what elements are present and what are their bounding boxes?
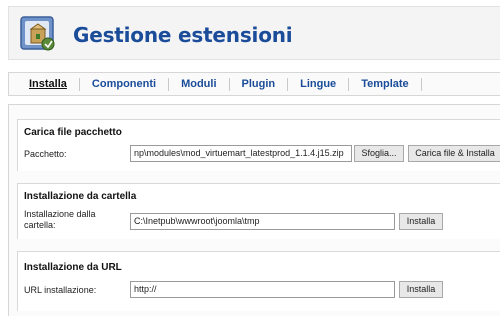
upload-package-section: Carica file pacchetto Pacchetto: np\modu… <box>17 119 500 171</box>
url-input[interactable]: http:// <box>130 281 395 298</box>
folder-install-button[interactable]: Installa <box>399 213 443 230</box>
folder-label: Installazione dalla cartella: <box>24 209 96 230</box>
package-file-input[interactable]: np\modules\mod_virtuemart_latestprod_1.1… <box>130 145 352 162</box>
section-title-url: Installazione da URL <box>24 262 122 273</box>
tab-installa[interactable]: Installa <box>17 77 80 91</box>
browse-button[interactable]: Sfoglia... <box>354 145 404 162</box>
tab-template[interactable]: Template <box>349 77 422 91</box>
extensions-package-icon <box>20 16 55 51</box>
url-label: URL installazione: <box>24 285 97 295</box>
folder-install-section: Installazione da cartella Installazione … <box>17 183 500 239</box>
tab-moduli[interactable]: Moduli <box>169 77 230 91</box>
tab-plugin[interactable]: Plugin <box>230 77 289 91</box>
extension-manager-submenu: Installa Componenti Moduli Plugin Lingue… <box>8 72 500 96</box>
folder-path-input[interactable]: C:\Inetpub\wwwroot\joomla\tmp <box>130 213 395 230</box>
page-header: Gestione estensioni <box>8 6 500 60</box>
section-title-folder: Installazione da cartella <box>24 191 137 202</box>
url-install-section: Installazione da URL URL installazione: … <box>17 251 500 311</box>
url-install-button[interactable]: Installa <box>399 281 443 298</box>
install-content: Carica file pacchetto Pacchetto: np\modu… <box>8 104 500 316</box>
upload-install-button[interactable]: Carica file & Installa <box>408 145 500 162</box>
package-label: Pacchetto: <box>24 149 67 159</box>
tab-componenti[interactable]: Componenti <box>80 77 170 91</box>
section-title-upload: Carica file pacchetto <box>24 127 122 138</box>
page-title: Gestione estensioni <box>73 23 293 47</box>
tab-lingue[interactable]: Lingue <box>288 77 350 91</box>
